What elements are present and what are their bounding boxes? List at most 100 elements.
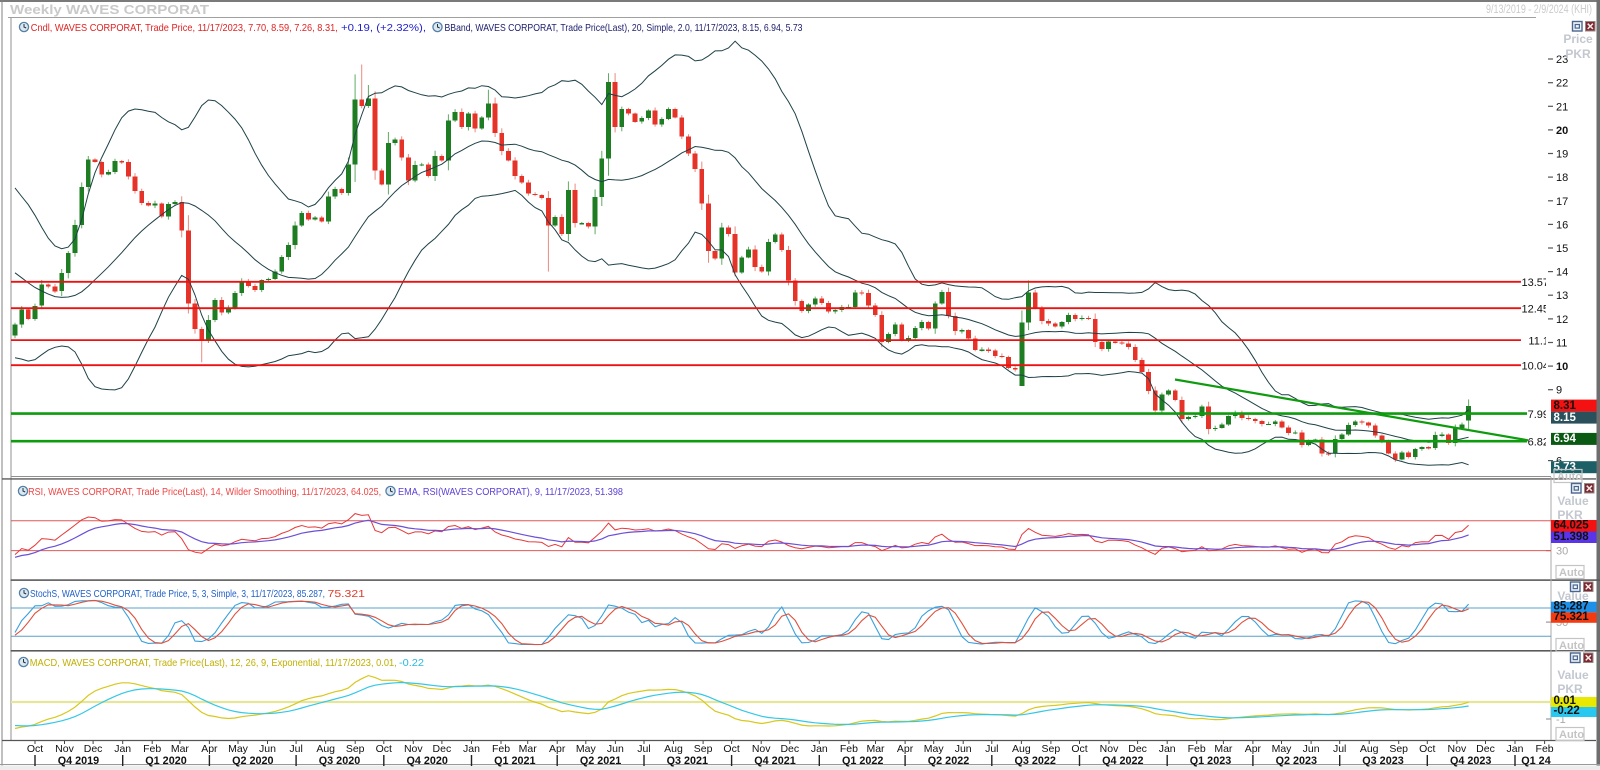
- svg-text:30: 30: [1556, 546, 1568, 558]
- svg-text:Q1 2020: Q1 2020: [145, 755, 186, 767]
- svg-text:18: 18: [1556, 172, 1568, 184]
- svg-text:6.82: 6.82: [1528, 436, 1549, 448]
- svg-text:Jun: Jun: [607, 743, 624, 755]
- svg-text:Value: Value: [1557, 494, 1589, 508]
- svg-text:-0.22: -0.22: [1554, 705, 1580, 717]
- svg-text:8.15: 8.15: [1554, 412, 1577, 424]
- svg-text:BBand, WAVES CORPORAT, Trade P: BBand, WAVES CORPORAT, Trade Price(Last)…: [445, 22, 803, 34]
- svg-text:Q1 2021: Q1 2021: [494, 755, 535, 767]
- svg-text:Nov: Nov: [404, 743, 423, 755]
- svg-text:Jan: Jan: [811, 743, 828, 755]
- svg-text:EMA, RSI(WAVES CORPORAT), 9,: EMA, RSI(WAVES CORPORAT), 9, 11/17/2023,…: [398, 486, 623, 498]
- svg-text:Weekly WAVES CORPORAT: Weekly WAVES CORPORAT: [10, 2, 209, 17]
- svg-text:Q1 24: Q1 24: [1521, 755, 1550, 767]
- svg-text:PKR: PKR: [1565, 47, 1591, 61]
- svg-text:May: May: [576, 743, 597, 755]
- svg-text:Sep: Sep: [694, 743, 713, 755]
- svg-text:Q3 2023: Q3 2023: [1362, 755, 1403, 767]
- svg-text:Dec: Dec: [84, 743, 103, 755]
- svg-text:Q3 2020: Q3 2020: [319, 755, 360, 767]
- svg-text:Sep: Sep: [346, 743, 365, 755]
- svg-text:Value: Value: [1557, 668, 1589, 682]
- svg-text:Nov: Nov: [55, 743, 74, 755]
- svg-text:75.321: 75.321: [1554, 611, 1590, 623]
- svg-text:Jun: Jun: [1303, 743, 1320, 755]
- svg-text:12: 12: [1556, 314, 1568, 326]
- svg-text:Q2 2021: Q2 2021: [580, 755, 621, 767]
- svg-text:Q2 2023: Q2 2023: [1276, 755, 1317, 767]
- svg-text:PKR: PKR: [1557, 682, 1583, 696]
- svg-text:11.1: 11.1: [1528, 335, 1549, 347]
- svg-text:14: 14: [1556, 267, 1568, 279]
- svg-text:RSI, WAVES CORPORAT, Trade Pri: RSI, WAVES CORPORAT, Trade Price(Last), …: [28, 486, 381, 498]
- svg-text:May: May: [1272, 743, 1293, 755]
- svg-text:Feb: Feb: [492, 743, 510, 755]
- svg-text:75.321: 75.321: [328, 588, 366, 600]
- svg-text:Jul: Jul: [985, 743, 998, 755]
- svg-text:Feb: Feb: [1536, 743, 1554, 755]
- svg-text:Q3 2021: Q3 2021: [667, 755, 708, 767]
- svg-text:Price: Price: [1563, 32, 1593, 46]
- svg-text:Q3 2022: Q3 2022: [1014, 755, 1055, 767]
- svg-text:21: 21: [1556, 101, 1568, 113]
- svg-text:MACD, WAVES CORPORAT, Trade Pr: MACD, WAVES CORPORAT, Trade Price(Last),…: [30, 657, 397, 669]
- svg-text:Q4 2019: Q4 2019: [58, 755, 99, 767]
- svg-text:Sep: Sep: [1042, 743, 1061, 755]
- svg-text:Aug: Aug: [1012, 743, 1031, 755]
- svg-text:Mar: Mar: [1214, 743, 1233, 755]
- svg-text:12.45: 12.45: [1521, 303, 1549, 315]
- svg-text:Q2 2022: Q2 2022: [928, 755, 969, 767]
- svg-text:7.99: 7.99: [1528, 409, 1549, 421]
- svg-text:Apr: Apr: [549, 743, 566, 755]
- svg-text:May: May: [228, 743, 249, 755]
- svg-text:Nov: Nov: [1100, 743, 1119, 755]
- svg-text:16: 16: [1556, 219, 1568, 231]
- svg-text:8.31: 8.31: [1554, 400, 1577, 412]
- svg-text:Jul: Jul: [637, 743, 650, 755]
- svg-text:Q1 2022: Q1 2022: [842, 755, 883, 767]
- svg-text:6.94: 6.94: [1554, 433, 1577, 445]
- svg-text:Dec: Dec: [433, 743, 452, 755]
- svg-text:Mar: Mar: [866, 743, 885, 755]
- svg-text:Oct: Oct: [1071, 743, 1087, 755]
- svg-text:Dec: Dec: [1128, 743, 1147, 755]
- svg-text:Jan: Jan: [114, 743, 131, 755]
- svg-text:Auto: Auto: [1559, 729, 1584, 741]
- svg-text:Mar: Mar: [519, 743, 538, 755]
- svg-text:51.398: 51.398: [1554, 531, 1590, 543]
- svg-text:Jul: Jul: [289, 743, 302, 755]
- svg-text:-0.22: -0.22: [399, 657, 424, 669]
- svg-text:Mar: Mar: [171, 743, 190, 755]
- svg-text:Auto: Auto: [1559, 640, 1584, 652]
- svg-text:Auto: Auto: [1557, 471, 1582, 483]
- svg-text:Jun: Jun: [955, 743, 972, 755]
- svg-text:9: 9: [1556, 385, 1562, 397]
- svg-text:Apr: Apr: [201, 743, 218, 755]
- svg-text:Q4 2021: Q4 2021: [754, 755, 795, 767]
- svg-text:Nov: Nov: [1448, 743, 1467, 755]
- svg-text:Dec: Dec: [1476, 743, 1495, 755]
- svg-text:Jan: Jan: [463, 743, 480, 755]
- svg-text:Auto: Auto: [1559, 567, 1584, 579]
- svg-text:Feb: Feb: [840, 743, 858, 755]
- svg-text:Aug: Aug: [664, 743, 683, 755]
- svg-text:Jun: Jun: [259, 743, 276, 755]
- svg-text:Jan: Jan: [1507, 743, 1524, 755]
- svg-text:Sep: Sep: [1389, 743, 1408, 755]
- svg-text:Q4 2022: Q4 2022: [1102, 755, 1143, 767]
- svg-text:Q4 2020: Q4 2020: [406, 755, 447, 767]
- svg-text:13.57: 13.57: [1521, 277, 1549, 289]
- svg-text:PKR: PKR: [1557, 508, 1583, 522]
- svg-text:10: 10: [1556, 361, 1568, 373]
- svg-text:15: 15: [1556, 243, 1568, 255]
- svg-text:11: 11: [1556, 338, 1567, 350]
- svg-text:Cndl, WAVES CORPORAT, Trade Pr: Cndl, WAVES CORPORAT, Trade Price, 11/17…: [31, 22, 338, 34]
- svg-text:Aug: Aug: [1360, 743, 1379, 755]
- svg-text:Jul: Jul: [1333, 743, 1346, 755]
- svg-text:Aug: Aug: [316, 743, 335, 755]
- svg-text:Q4 2023: Q4 2023: [1450, 755, 1491, 767]
- svg-text:Oct: Oct: [1419, 743, 1435, 755]
- svg-text:Q2 2020: Q2 2020: [232, 755, 273, 767]
- svg-text:Oct: Oct: [376, 743, 392, 755]
- svg-text:Dec: Dec: [780, 743, 799, 755]
